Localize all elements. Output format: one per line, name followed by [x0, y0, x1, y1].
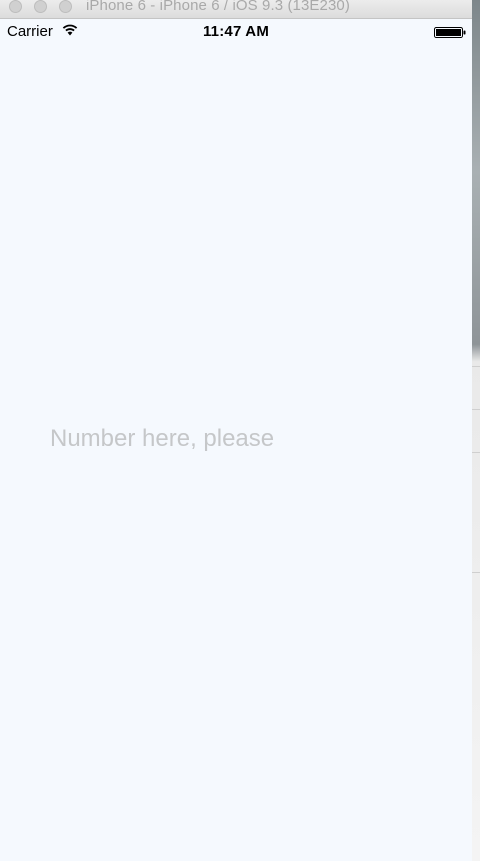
close-window-button[interactable]: [9, 0, 22, 13]
minimize-window-button[interactable]: [34, 0, 47, 13]
window-title: iPhone 6 - iPhone 6 / iOS 9.3 (13E230): [86, 0, 350, 14]
background-divider: [472, 572, 480, 573]
background-window-edge: [472, 0, 480, 861]
battery-icon: [434, 27, 466, 38]
background-divider: [472, 366, 480, 367]
status-time: 11:47 AM: [202, 23, 270, 40]
status-bar: Carrier 11:47 AM: [0, 19, 472, 47]
zoom-window-button[interactable]: [59, 0, 72, 13]
window-titlebar: iPhone 6 - iPhone 6 / iOS 9.3 (13E230): [0, 0, 474, 19]
background-divider: [472, 452, 480, 453]
background-divider: [472, 409, 480, 410]
simulator-window: iPhone 6 - iPhone 6 / iOS 9.3 (13E230) C…: [0, 0, 480, 861]
device-screen: Carrier 11:47 AM: [0, 19, 472, 861]
number-input[interactable]: [50, 421, 430, 457]
